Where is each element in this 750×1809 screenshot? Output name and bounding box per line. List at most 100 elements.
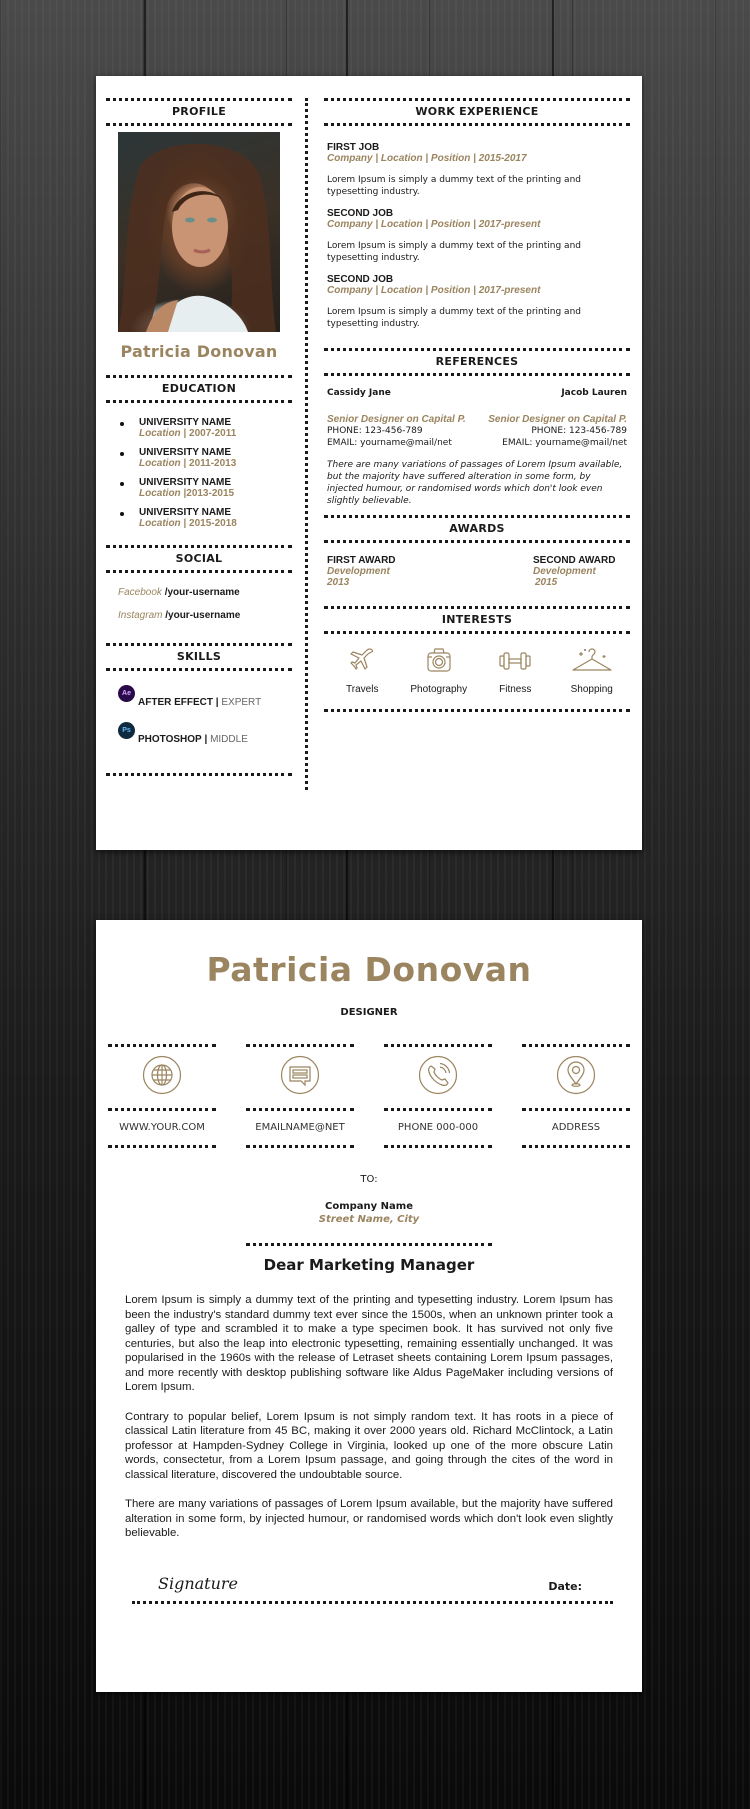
education-years: | 2007-2011	[183, 428, 237, 439]
university-name: UNIVERSITY NAME	[139, 477, 232, 488]
job-title: FIRST JOB	[327, 142, 380, 153]
date-field[interactable]: Date:	[548, 1580, 582, 1593]
social-handle: /your-username	[165, 610, 241, 621]
education-years: | 2015-2018	[183, 518, 237, 529]
education-location: Location	[139, 488, 181, 499]
letter-paragraph: There are many variations of passages of…	[125, 1498, 613, 1539]
signature-field[interactable]: Signature	[158, 1574, 238, 1593]
photoshop-icon: Ps	[118, 722, 135, 739]
job-meta: Company | Location | Position | 2015-201…	[327, 153, 527, 164]
column-divider	[305, 98, 308, 790]
salutation: Dear Marketing Manager	[263, 1256, 475, 1274]
social-network: Instagram	[118, 610, 163, 621]
divider	[108, 1145, 216, 1148]
divider	[522, 1145, 630, 1148]
divider	[324, 709, 630, 712]
education-section: EDUCATION UNIVERSITY NAME Location | 200…	[106, 375, 292, 545]
divider	[108, 1044, 216, 1047]
university-name: UNIVERSITY NAME	[139, 417, 232, 428]
job-description: Lorem Ipsum is simply a dummy text of th…	[327, 307, 581, 329]
contact-item-phone[interactable]: PHONE 000-000	[384, 1044, 492, 1148]
globe-icon	[142, 1055, 182, 1095]
contact-item-email[interactable]: EMAILNAME@NET	[246, 1044, 354, 1148]
university-name: UNIVERSITY NAME	[139, 447, 232, 458]
skill-separator: |	[213, 697, 222, 708]
references-section: REFERENCES Cassidy Jane Senior Designer …	[324, 348, 630, 515]
divider	[384, 1044, 492, 1047]
section-heading: AWARDS	[449, 522, 505, 535]
applicant-role: DESIGNER	[340, 1007, 398, 1018]
award-field: Development	[327, 566, 390, 577]
references-list: Cassidy Jane Senior Designer on Capital …	[327, 388, 627, 449]
phone-icon	[418, 1055, 458, 1095]
awards-list: FIRST AWARD Development 2013 SECOND AWAR…	[324, 543, 630, 606]
education-meta: Location | 2011-2013	[139, 458, 292, 469]
interest-label: Travels	[346, 684, 379, 695]
signature-line	[132, 1600, 613, 1604]
contact-item-address[interactable]: ADDRESS	[522, 1044, 630, 1148]
contact-row: WWW.YOUR.COM EMAILNAME@NET PHONE 000-000…	[96, 1044, 642, 1148]
job-description: Lorem Ipsum is simply a dummy text of th…	[327, 175, 581, 197]
skill-level: EXPERT	[221, 697, 262, 708]
location-pin-icon	[556, 1055, 596, 1095]
reference-position: Senior Designer on Capital P.	[327, 414, 466, 425]
education-meta: Location | 2007-2011	[139, 428, 292, 439]
divider	[246, 1145, 354, 1148]
social-item-instagram[interactable]: Instagram /your-username	[118, 610, 292, 621]
education-location: Location	[139, 458, 181, 469]
job-item: FIRST JOB Company | Location | Position …	[324, 142, 630, 198]
contact-item-website[interactable]: WWW.YOUR.COM	[108, 1044, 216, 1148]
hanger-icon	[572, 648, 612, 671]
award-item: SECOND AWARD Development 2015	[533, 555, 627, 588]
interest-item: Fitness	[480, 646, 550, 695]
skill-item: Ae AFTER EFFECT | EXPERT	[118, 685, 292, 708]
section-heading: EDUCATION	[161, 382, 237, 395]
interests-list: Travels Photography Fitness Shopping	[324, 634, 630, 709]
divider	[246, 1044, 354, 1047]
work-experience-section: WORK EXPERIENCE FIRST JOB Company | Loca…	[324, 98, 630, 348]
recipient-address: Street Name, City	[318, 1214, 420, 1225]
skills-section: SKILLS Ae AFTER EFFECT | EXPERT Ps PHOTO…	[106, 643, 292, 776]
divider	[522, 1044, 630, 1047]
interest-label: Photography	[410, 684, 468, 695]
award-item: FIRST AWARD Development 2013	[327, 555, 396, 588]
education-meta: Location |2013-2015	[139, 488, 292, 499]
education-location: Location	[139, 428, 181, 439]
recipient-company: Company Name	[325, 1201, 413, 1212]
profile-section: PROFILE Patricia Donovan	[106, 98, 292, 361]
education-item: UNIVERSITY NAME Location | 2011-2013	[120, 447, 292, 469]
divider	[106, 773, 292, 776]
reference-name: Cassidy Jane	[327, 388, 391, 398]
awards-section: AWARDS FIRST AWARD Development 2013 SECO…	[324, 515, 630, 606]
social-handle: /your-username	[164, 587, 240, 598]
job-item: SECOND JOB Company | Location | Position…	[324, 208, 630, 264]
university-name: UNIVERSITY NAME	[139, 507, 232, 518]
job-item: SECOND JOB Company | Location | Position…	[324, 274, 630, 330]
section-heading: SKILLS	[176, 650, 222, 663]
job-title: SECOND JOB	[327, 208, 394, 219]
recipient-label: TO:	[360, 1174, 378, 1185]
resume-page: PROFILE Patricia Donovan EDUCATION UNIVE…	[96, 76, 642, 850]
section-heading: REFERENCES	[435, 355, 519, 368]
letter-paragraph: Lorem Ipsum is simply a dummy text of th…	[125, 1294, 613, 1393]
education-item: UNIVERSITY NAME Location | 2007-2011	[120, 417, 292, 439]
skill-name: AFTER EFFECT	[138, 697, 213, 708]
reference-position: Senior Designer on Capital P.	[488, 414, 627, 425]
skill-name: PHOTOSHOP	[138, 734, 202, 745]
education-years: | 2011-2013	[183, 458, 237, 469]
divider	[384, 1145, 492, 1148]
interest-item: Photography	[404, 646, 474, 695]
interests-section: INTERESTS Travels Photography Fitness Sh…	[324, 606, 630, 712]
reference-item: Jacob Lauren Senior Designer on Capital …	[488, 388, 627, 449]
skill-item: Ps PHOTOSHOP | MIDDLE	[118, 722, 292, 745]
social-item-facebook[interactable]: Facebook /your-username	[118, 587, 292, 598]
profile-name: Patricia Donovan	[120, 342, 278, 361]
education-years: |2013-2015	[183, 488, 235, 499]
resume-right-column: WORK EXPERIENCE FIRST JOB Company | Loca…	[324, 98, 630, 712]
references-note: There are many variations of passages of…	[327, 460, 623, 506]
award-title: SECOND AWARD	[533, 555, 616, 566]
dumbbell-icon	[499, 652, 531, 670]
interest-item: Travels	[327, 646, 397, 695]
reference-phone: PHONE: 123-456-789	[531, 426, 627, 436]
after-effects-icon: Ae	[118, 685, 135, 702]
